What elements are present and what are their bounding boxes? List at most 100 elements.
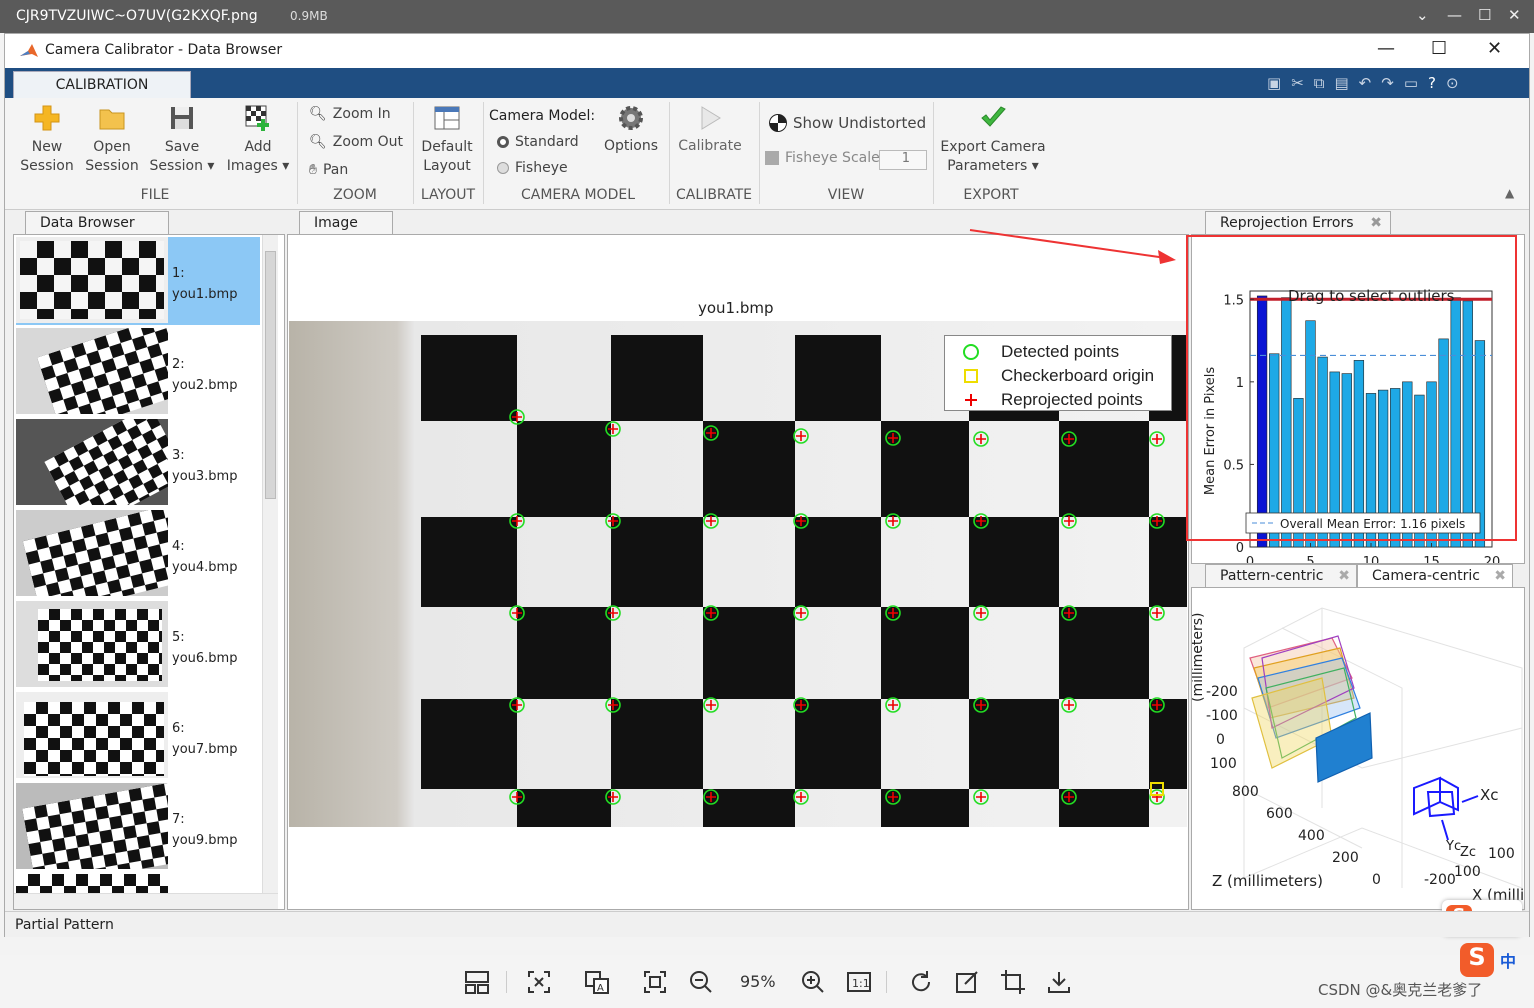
cut-icon[interactable]: ✂ [1291,74,1304,92]
show-undistorted-toggle[interactable]: Show Undistorted [769,114,926,132]
close-icon[interactable]: ✕ [1508,6,1521,24]
save-session-button[interactable]: Save Session ▾ [147,104,217,176]
y-tick: -100 [1206,708,1238,724]
checkerboard-square [1149,699,1187,789]
vertical-scrollbar[interactable] [262,235,278,893]
calibration-point [509,605,525,621]
save-icon[interactable]: ▣ [1267,74,1281,92]
list-item[interactable]: 2: you2.bmp [16,328,260,416]
pan-button[interactable]: ✋︎ Pan [309,162,348,178]
redo-icon[interactable]: ↷ [1381,74,1394,92]
collapse-ribbon-icon[interactable]: ▲ [1505,186,1514,200]
export-camera-parameters-button[interactable]: Export Camera Parameters ▾ [937,104,1049,176]
copy-icon[interactable]: ⧉ [1314,74,1325,92]
undo-icon[interactable]: ↶ [1359,74,1372,92]
zoom-in-icon[interactable] [800,969,826,995]
horizontal-scrollbar[interactable] [14,893,278,909]
calibrate-button[interactable]: Calibrate [675,104,745,156]
checkerboard-square [517,789,611,827]
checkerboard-square [795,517,881,607]
calibration-point [973,431,989,447]
new-session-button[interactable]: New Session [17,104,77,176]
download-icon[interactable] [1046,969,1072,995]
tab-camera-centric[interactable]: Camera-centric ✖ [1357,564,1513,588]
extrinsics-3d-plot[interactable]: (millimeters) -200 -100 0 100 800 600 40… [1192,588,1524,909]
actual-size-icon[interactable]: 1:1 [846,969,872,995]
scrollbar-thumb[interactable] [265,251,276,499]
calibration-point [1149,605,1165,621]
x-tick-label: 10 [1363,555,1380,563]
image-legend: Detected points Checkerboard origin Repr… [944,335,1172,411]
fisheye-radio[interactable]: Fisheye [497,160,568,176]
checkerboard-square [421,335,517,421]
edit-icon[interactable] [954,969,980,995]
legend-reprojected: Reprojected points [1001,390,1143,409]
fisheye-scale-spinner[interactable]: 1 [879,150,927,170]
calibration-point [793,789,809,805]
paste-icon[interactable]: ▤ [1334,74,1348,92]
calibration-point [605,697,621,713]
ime-indicator[interactable]: S中 [1460,943,1516,977]
list-item[interactable]: 1: you1.bmp [16,237,260,325]
matlab-logo-icon [20,44,38,57]
maximize-icon[interactable]: ☐ [1431,38,1447,59]
add-images-button[interactable]: Add Images ▾ [223,104,293,176]
help-icon[interactable]: ? [1428,74,1436,92]
close-tab-icon[interactable]: ✖ [1494,568,1506,584]
highlight-box [1186,235,1517,541]
z-tick: 200 [1332,850,1359,866]
z-tick: 400 [1298,828,1325,844]
minimize-icon[interactable]: — [1447,6,1462,24]
fullscreen-icon[interactable] [642,969,668,995]
list-item[interactable]: 6: you7.bmp [16,692,260,780]
standard-radio[interactable]: Standard [497,134,579,150]
tab-reprojection-errors[interactable]: Reprojection Errors ✖ [1205,211,1391,235]
list-item[interactable] [16,874,260,894]
calibration-point [885,789,901,805]
group-label-export: EXPORT [963,187,1019,203]
y-tick: 100 [1210,756,1237,772]
zoom-out-icon[interactable] [688,969,714,995]
y-tick: 0 [1216,732,1225,748]
x-tick-label: 15 [1423,555,1440,563]
close-icon[interactable]: ✕ [1487,38,1502,59]
default-layout-button[interactable]: Default Layout [417,104,477,176]
list-item[interactable]: 7: you9.bmp [16,783,260,871]
annotation-arrow [969,229,1176,264]
tab-data-browser[interactable]: Data Browser [25,211,169,235]
list-item[interactable]: 5: you6.bmp [16,601,260,689]
chevron-down-icon[interactable]: ⌄ [1416,6,1429,24]
layout-icon[interactable]: ▭ [1404,74,1418,92]
list-item[interactable]: 3: you3.bmp [16,419,260,507]
tab-calibration[interactable]: CALIBRATION [13,71,191,99]
calibration-point [885,697,901,713]
calibration-point [605,513,621,529]
gallery-icon[interactable] [464,969,490,995]
list-item[interactable]: 4: you4.bmp [16,510,260,598]
crop-icon[interactable] [1000,969,1026,995]
thumbnail-image [16,692,168,778]
rotate-icon[interactable] [908,969,934,995]
tab-image[interactable]: Image [299,211,393,235]
options-icon[interactable]: ⊙ [1446,74,1459,92]
checkmark-icon [981,106,1006,127]
thumbnail-image [16,874,168,894]
zoom-out-button[interactable]: 🔍︎ Zoom Out [309,134,403,150]
tab-pattern-centric[interactable]: Pattern-centric ✖ [1205,564,1357,588]
options-button[interactable]: Options [599,104,663,156]
minimize-icon[interactable]: — [1377,38,1395,59]
open-session-button[interactable]: Open Session [82,104,142,176]
zoom-in-button[interactable]: 🔍︎ Zoom In [309,106,391,122]
maximize-icon[interactable]: ☐ [1478,6,1491,24]
checkerboard-square [1059,607,1149,699]
fit-icon[interactable] [526,969,552,995]
close-tab-icon[interactable]: ✖ [1338,568,1350,584]
camera-x-label: Xc [1480,786,1499,804]
zoom-out-icon: 🔍︎ [309,134,327,150]
checkerboard-square [969,517,1059,607]
x-tick-label: 20 [1484,555,1501,563]
close-tab-icon[interactable]: ✖ [1370,215,1382,231]
zoom-in-icon: 🔍︎ [309,106,327,122]
translate-icon[interactable]: A [584,969,610,995]
calibration-point [509,409,525,425]
